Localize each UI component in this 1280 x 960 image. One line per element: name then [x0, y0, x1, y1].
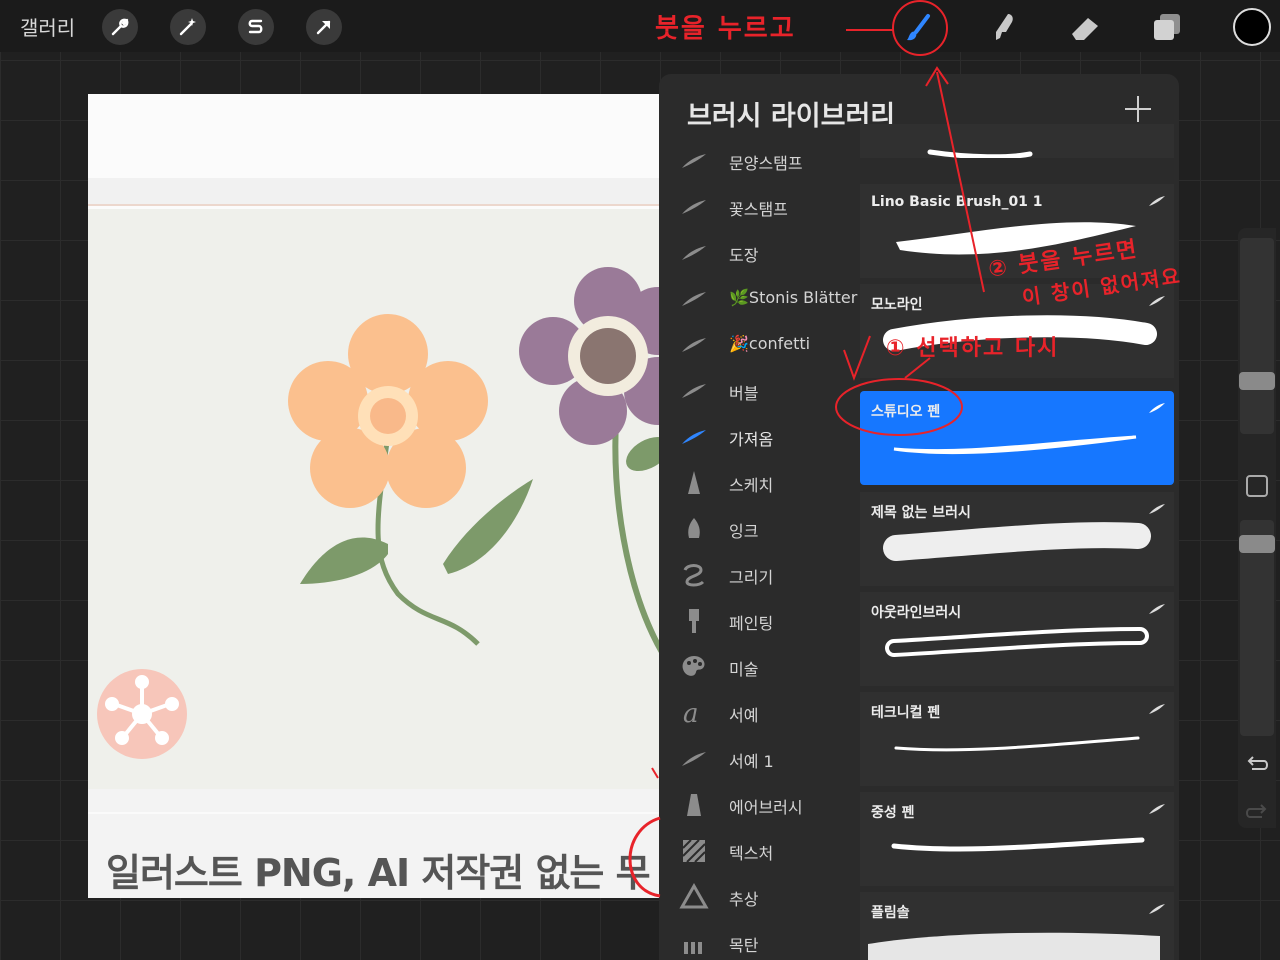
set-item[interactable]: 스케치	[659, 460, 859, 506]
set-item[interactable]: 미술	[659, 644, 859, 690]
svg-text:a: a	[683, 699, 699, 728]
brush-card-selected[interactable]: 스튜디오 펜	[860, 391, 1174, 485]
brush-stroke-icon	[682, 430, 706, 444]
triangle-icon	[679, 882, 709, 909]
ink-nib-icon	[688, 518, 700, 538]
set-item[interactable]: 🌿Stonis Blätter	[659, 276, 859, 322]
brush-stroke-icon	[682, 200, 706, 214]
set-item[interactable]: 목탄	[659, 920, 859, 960]
brush-list: Lino Basic Brush_01 1 모노라인 스튜디오 펜 제목 없는 …	[860, 124, 1176, 960]
set-item[interactable]: 페인팅	[659, 598, 859, 644]
magic-wand-icon[interactable]	[170, 9, 206, 45]
set-item[interactable]: 🎉confetti	[659, 322, 859, 368]
set-item[interactable]: 추상	[659, 874, 859, 920]
gallery-button[interactable]: 갤러리	[20, 12, 75, 41]
brush-size-thumb[interactable]	[1239, 372, 1275, 390]
wrench-icon[interactable]	[102, 9, 138, 45]
brush-card[interactable]: 중성 펜	[860, 792, 1174, 886]
brush-card[interactable]	[860, 124, 1174, 158]
selection-icon[interactable]	[238, 9, 274, 45]
brush-stroke-icon	[682, 338, 706, 352]
brush-card[interactable]: Lino Basic Brush_01 1	[860, 184, 1174, 278]
canvas-caption: 일러스트 PNG, AI 저작권 없는 무	[106, 851, 651, 895]
set-item[interactable]: 버블	[659, 368, 859, 414]
brush-card[interactable]: 아웃라인브러시	[860, 592, 1174, 686]
set-item[interactable]: 텍스처	[659, 828, 859, 874]
palette-icon	[682, 656, 705, 676]
add-icon[interactable]	[1123, 94, 1153, 124]
set-item[interactable]: 도장	[659, 230, 859, 276]
brush-stroke-icon	[682, 384, 706, 398]
modify-button[interactable]	[1246, 475, 1268, 497]
pencil-tip-icon	[688, 471, 700, 494]
brush-icon[interactable]	[900, 8, 940, 48]
set-item[interactable]: 잉크	[659, 506, 859, 552]
brush-card[interactable]: 테크니컬 펜	[860, 692, 1174, 786]
redo-icon[interactable]	[1244, 800, 1270, 826]
brush-stroke-icon	[682, 246, 706, 260]
brush-size-slider[interactable]	[1240, 238, 1274, 434]
texture-icon	[682, 839, 706, 863]
canvas-divider	[88, 812, 660, 814]
flower-illustration	[97, 267, 660, 759]
set-item[interactable]: 문양스탬프	[659, 138, 859, 184]
brush-stroke-icon	[682, 154, 706, 168]
calligraphy-a-icon: a	[683, 699, 699, 728]
set-item[interactable]: a 서예	[659, 690, 859, 736]
layers-icon[interactable]	[1148, 8, 1188, 48]
charcoal-icon	[684, 942, 702, 954]
drawing-canvas[interactable]: 일러스트 PNG, AI 저작권 없는 무	[88, 94, 660, 898]
brush-stroke-icon	[682, 292, 706, 306]
eraser-icon[interactable]	[1064, 8, 1104, 48]
set-item[interactable]: 꽃스탬프	[659, 184, 859, 230]
set-item-active[interactable]: 가져옴	[659, 414, 859, 460]
undo-icon[interactable]	[1244, 752, 1270, 778]
smudge-icon[interactable]	[982, 8, 1022, 48]
brush-stroke-icon	[682, 752, 706, 766]
set-item[interactable]: 서예 1	[659, 736, 859, 782]
brush-card[interactable]: 모노라인	[860, 284, 1174, 378]
brush-card[interactable]: 제목 없는 브러시	[860, 492, 1174, 586]
top-toolbar: 갤러리	[0, 0, 1280, 52]
set-item[interactable]: 그리기	[659, 552, 859, 598]
opacity-thumb[interactable]	[1239, 535, 1275, 553]
squiggle-icon	[683, 564, 705, 587]
brush-set-list: 문양스탬프 꽃스탬프 도장 🌿Stonis Blätter 🎉confetti …	[659, 144, 859, 960]
move-arrow-icon[interactable]	[306, 9, 342, 45]
set-item[interactable]: 에어브러시	[659, 782, 859, 828]
brush-card[interactable]: 플림솔	[860, 892, 1174, 960]
brush-library-panel: 브러시 라이브러리 문양스탬프 꽃스탬프 도장 🌿Stonis Blätter …	[659, 74, 1179, 960]
airbrush-icon	[687, 794, 701, 816]
paint-brush-icon	[689, 609, 699, 633]
color-swatch[interactable]	[1233, 8, 1271, 46]
